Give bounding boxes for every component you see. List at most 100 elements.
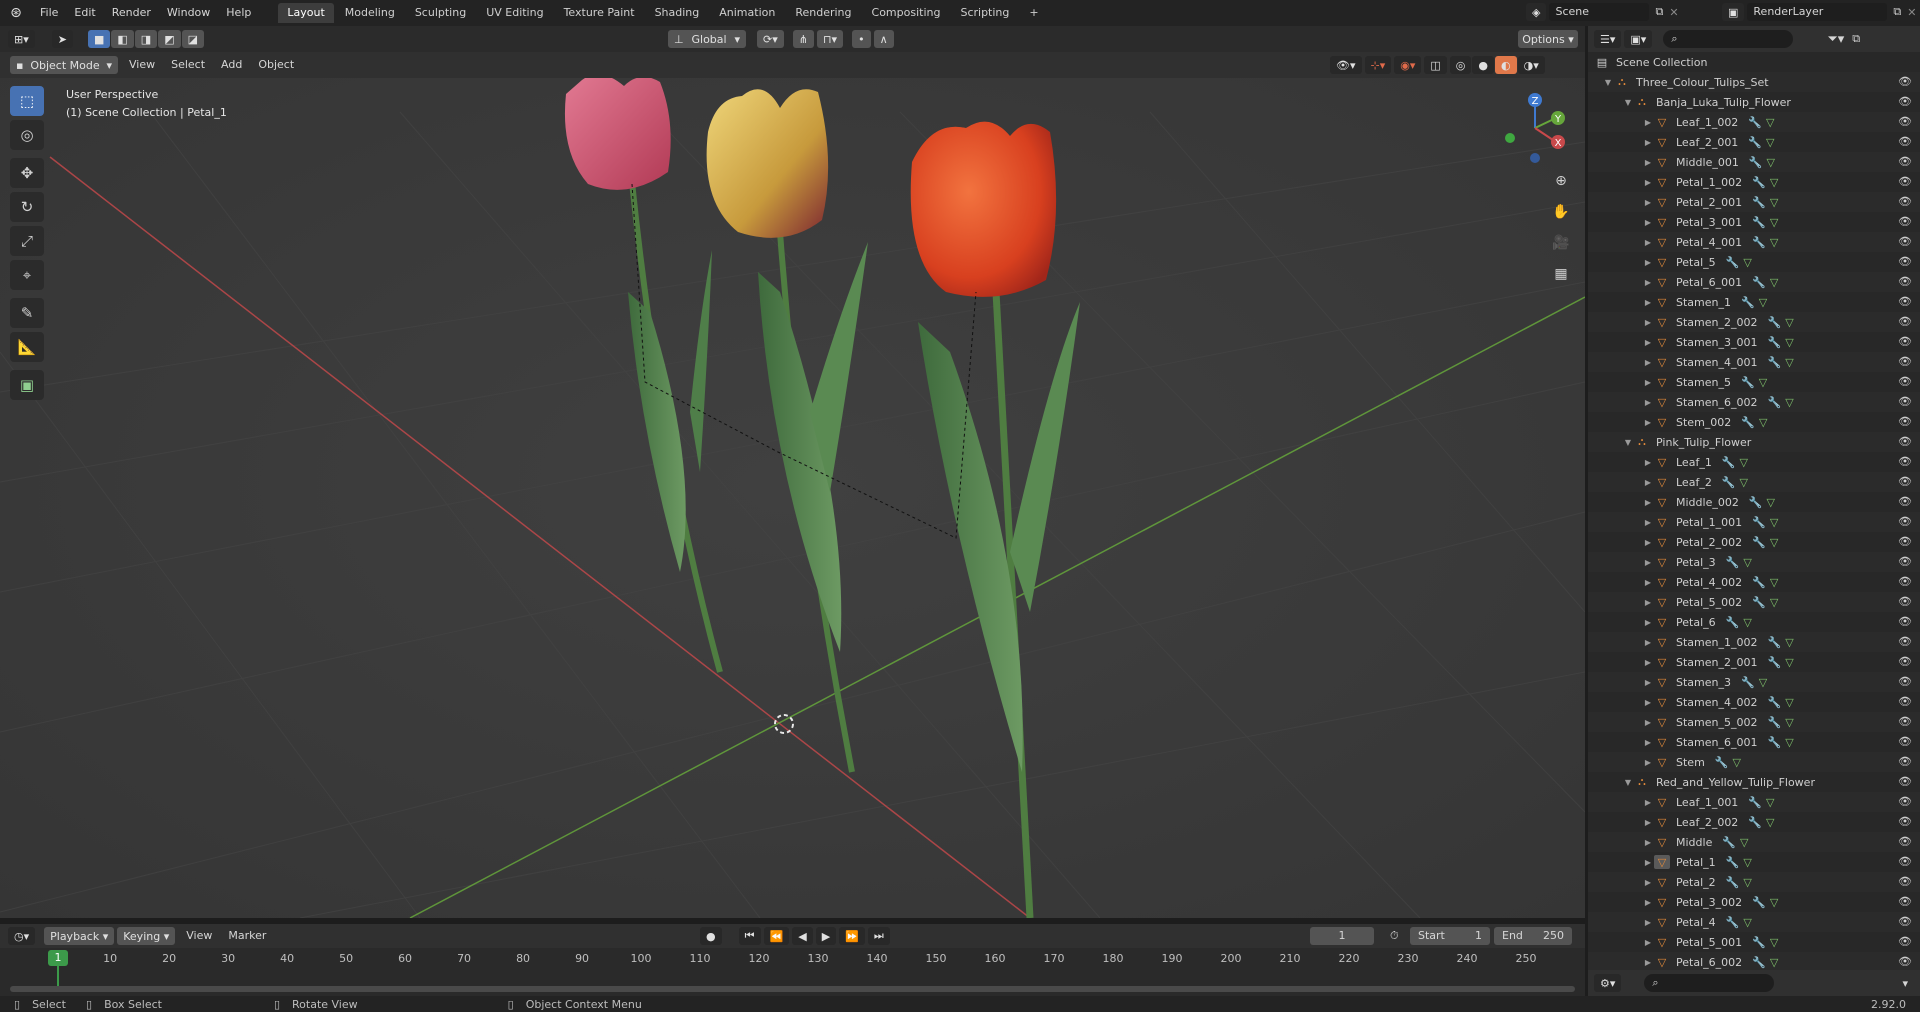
scene-name[interactable]: Scene <box>1549 3 1650 21</box>
modifier-wrench-icon[interactable]: 🔧 <box>1748 116 1762 129</box>
expand-arrow-icon[interactable]: ▶ <box>1642 158 1654 167</box>
display-mode-icon[interactable]: ▣▾ <box>1624 30 1653 48</box>
outliner-row-object[interactable]: ▶ ▽ Petal_1_001 🔧 ▽ 👁 <box>1588 512 1920 532</box>
timeline-area[interactable]: 1102030405060708090100110120130140150160… <box>0 948 1585 996</box>
mesh-data-icon[interactable]: ▽ <box>1732 756 1740 769</box>
mesh-data-icon[interactable]: ▽ <box>1740 836 1748 849</box>
modifier-wrench-icon[interactable]: 🔧 <box>1722 456 1736 469</box>
menu-add[interactable]: Add <box>213 52 250 78</box>
expand-arrow-icon[interactable]: ▶ <box>1642 818 1654 827</box>
outliner-row-object[interactable]: ▶ ▽ Petal_6 🔧 ▽ 👁 <box>1588 612 1920 632</box>
mesh-data-icon[interactable]: ▽ <box>1770 536 1778 549</box>
outliner-row-object[interactable]: ▶ ▽ Stamen_4_001 🔧 ▽ 👁 <box>1588 352 1920 372</box>
modifier-wrench-icon[interactable]: 🔧 <box>1715 756 1729 769</box>
move-tool-icon[interactable]: ✥ <box>10 158 44 188</box>
visibility-eye-icon[interactable]: 👁 <box>1898 75 1912 88</box>
tab-scripting[interactable]: Scripting <box>951 3 1018 23</box>
outliner-row-object[interactable]: ▶ ▽ Stamen_3 🔧 ▽ 👁 <box>1588 672 1920 692</box>
modifier-wrench-icon[interactable]: 🔧 <box>1752 576 1766 589</box>
visibility-eye-icon[interactable]: 👁 <box>1898 595 1912 608</box>
expand-arrow-icon[interactable]: ▶ <box>1642 318 1654 327</box>
expand-arrow-icon[interactable]: ▼ <box>1602 78 1614 87</box>
expand-arrow-icon[interactable]: ▶ <box>1642 378 1654 387</box>
mesh-data-icon[interactable]: ▽ <box>1785 356 1793 369</box>
keying-dropdown[interactable]: Keying ▾ <box>117 927 176 945</box>
outliner-row-group[interactable]: ▼ ⛬ Red_and_Yellow_Tulip_Flower 👁 <box>1588 772 1920 792</box>
expand-arrow-icon[interactable]: ▶ <box>1642 878 1654 887</box>
chevron-down-icon[interactable]: ▾ <box>1902 977 1908 990</box>
expand-arrow-icon[interactable]: ▶ <box>1642 418 1654 427</box>
outliner-row-object[interactable]: ▶ ▽ Petal_1_002 🔧 ▽ 👁 <box>1588 172 1920 192</box>
outliner-row-collection[interactable]: ▼ ⛬ Three_Colour_Tulips_Set 👁 <box>1588 72 1920 92</box>
modifier-wrench-icon[interactable]: 🔧 <box>1749 496 1763 509</box>
end-frame-field[interactable]: End 250 <box>1494 927 1572 945</box>
add-cube-tool-icon[interactable]: ▣ <box>10 370 44 400</box>
transform-orientation-dropdown[interactable]: ⊥ Global ▾ <box>668 30 746 48</box>
tab-texture-paint[interactable]: Texture Paint <box>555 3 644 23</box>
mesh-data-icon[interactable]: ▽ <box>1740 456 1748 469</box>
snap-icon[interactable]: ⋔ <box>792 30 814 48</box>
visibility-eye-icon[interactable]: 👁 <box>1898 495 1912 508</box>
modifier-wrench-icon[interactable]: 🔧 <box>1768 356 1782 369</box>
outliner-row-object[interactable]: ▶ ▽ Stamen_2_002 🔧 ▽ 👁 <box>1588 312 1920 332</box>
timeline-view-menu[interactable]: View <box>178 923 220 949</box>
preview-range-icon[interactable]: ⏱ <box>1390 929 1399 943</box>
modifier-wrench-icon[interactable]: 🔧 <box>1726 256 1740 269</box>
visibility-eye-icon[interactable]: 👁 <box>1898 375 1912 388</box>
outliner-row-object[interactable]: ▶ ▽ Middle_001 🔧 ▽ 👁 <box>1588 152 1920 172</box>
expand-arrow-icon[interactable]: ▶ <box>1642 358 1654 367</box>
record-icon[interactable]: ● <box>700 927 722 945</box>
expand-arrow-icon[interactable]: ▶ <box>1642 738 1654 747</box>
outliner-row-object[interactable]: ▶ ▽ Petal_4 🔧 ▽ 👁 <box>1588 912 1920 932</box>
start-frame-field[interactable]: Start 1 <box>1410 927 1490 945</box>
properties-search-input[interactable]: ⌕ <box>1644 974 1775 992</box>
play-reverse-icon[interactable]: ◀ <box>792 927 813 945</box>
outliner-row-object[interactable]: ▶ ▽ Petal_3_002 🔧 ▽ 👁 <box>1588 892 1920 912</box>
visibility-eye-icon[interactable]: 👁 <box>1898 675 1912 688</box>
menu-render[interactable]: Render <box>104 0 159 26</box>
select-extend-icon[interactable]: ◧ <box>111 30 134 48</box>
mesh-data-icon[interactable]: ▽ <box>1785 716 1793 729</box>
outliner-row-object[interactable]: ▶ ▽ Petal_5_002 🔧 ▽ 👁 <box>1588 592 1920 612</box>
cursor-tool-icon[interactable]: ◎ <box>10 120 44 150</box>
expand-arrow-icon[interactable]: ▶ <box>1642 538 1654 547</box>
visibility-eye-icon[interactable]: 👁 <box>1898 215 1912 228</box>
expand-arrow-icon[interactable]: ▼ <box>1622 778 1634 787</box>
expand-arrow-icon[interactable]: ▶ <box>1642 238 1654 247</box>
visibility-eye-icon[interactable]: 👁 <box>1898 115 1912 128</box>
timeline-editor-icon[interactable]: ◷▾ <box>8 927 36 945</box>
navigation-gizmo[interactable]: Z Y X <box>1500 88 1570 168</box>
modifier-wrench-icon[interactable]: 🔧 <box>1748 816 1762 829</box>
transform-tool-icon[interactable]: ⌖ <box>10 260 44 290</box>
menu-window[interactable]: Window <box>159 0 218 26</box>
outliner-row-object[interactable]: ▶ ▽ Petal_5_001 🔧 ▽ 👁 <box>1588 932 1920 952</box>
expand-arrow-icon[interactable]: ▶ <box>1642 678 1654 687</box>
select-subtract-icon[interactable]: ◨ <box>134 30 158 48</box>
mesh-data-icon[interactable]: ▽ <box>1785 396 1793 409</box>
outliner-row-object[interactable]: ▶ ▽ Petal_3_001 🔧 ▽ 👁 <box>1588 212 1920 232</box>
mesh-data-icon[interactable]: ▽ <box>1785 656 1793 669</box>
modifier-wrench-icon[interactable]: 🔧 <box>1726 856 1740 869</box>
mesh-data-icon[interactable]: ▽ <box>1759 676 1767 689</box>
modifier-wrench-icon[interactable]: 🔧 <box>1726 616 1740 629</box>
expand-arrow-icon[interactable]: ▶ <box>1642 898 1654 907</box>
timeline-scrollbar[interactable] <box>10 986 1575 992</box>
mesh-data-icon[interactable]: ▽ <box>1770 936 1778 949</box>
scale-tool-icon[interactable]: ⤢ <box>10 226 44 256</box>
options-dropdown[interactable]: Options ▾ <box>1518 30 1578 48</box>
outliner-row-object[interactable]: ▶ ▽ Stamen_6_001 🔧 ▽ 👁 <box>1588 732 1920 752</box>
visibility-eye-icon[interactable]: 👁 <box>1898 475 1912 488</box>
visibility-eye-icon[interactable]: 👁 <box>1898 235 1912 248</box>
mesh-data-icon[interactable]: ▽ <box>1759 296 1767 309</box>
mesh-data-icon[interactable]: ▽ <box>1740 476 1748 489</box>
mesh-data-icon[interactable]: ▽ <box>1759 376 1767 389</box>
modifier-wrench-icon[interactable]: 🔧 <box>1752 516 1766 529</box>
mesh-data-icon[interactable]: ▽ <box>1770 236 1778 249</box>
close-scene-icon[interactable]: ✕ <box>1669 6 1678 19</box>
outliner-editor-icon[interactable]: ☰▾ <box>1594 30 1622 48</box>
playback-dropdown[interactable]: Playback ▾ <box>44 927 115 945</box>
outliner-row-object[interactable]: ▶ ▽ Petal_1 🔧 ▽ 👁 <box>1588 852 1920 872</box>
modifier-wrench-icon[interactable]: 🔧 <box>1752 896 1766 909</box>
modifier-wrench-icon[interactable]: 🔧 <box>1726 916 1740 929</box>
modifier-wrench-icon[interactable]: 🔧 <box>1768 656 1782 669</box>
